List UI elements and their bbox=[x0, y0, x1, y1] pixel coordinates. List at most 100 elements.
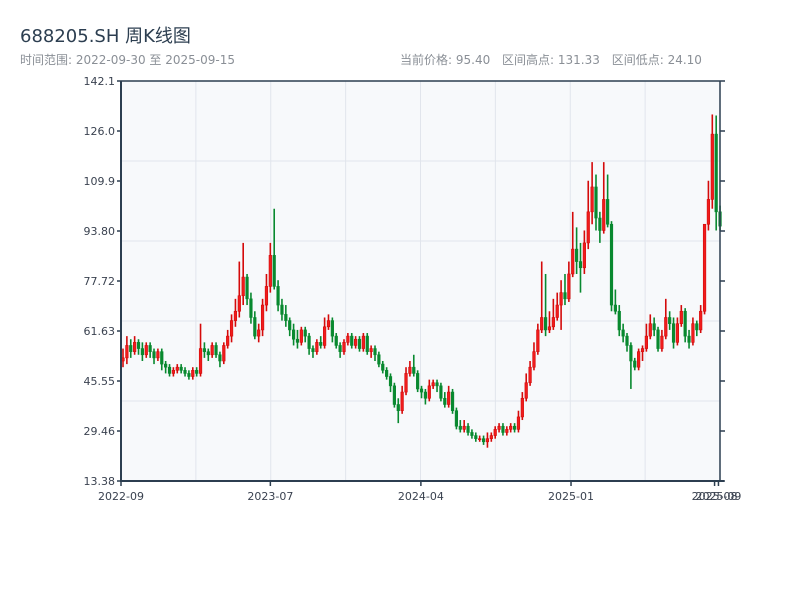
candle-up bbox=[156, 351, 160, 359]
candle-down bbox=[206, 351, 210, 356]
candle-down bbox=[512, 425, 517, 430]
y-tick-label: 61.63 bbox=[84, 325, 116, 338]
candle-down bbox=[365, 335, 369, 352]
candle-down bbox=[714, 133, 718, 213]
candle-up bbox=[198, 348, 203, 374]
candle-down bbox=[357, 338, 362, 349]
candle-up bbox=[551, 317, 555, 328]
y-tick-label: 13.38 bbox=[84, 475, 116, 488]
candle-down bbox=[140, 348, 144, 356]
x-tick-label: 2025-09 bbox=[695, 490, 741, 503]
candle-down bbox=[377, 354, 381, 365]
candle-down bbox=[606, 199, 610, 225]
candle-up bbox=[268, 255, 272, 287]
candle-down bbox=[385, 370, 389, 377]
candle-up bbox=[555, 304, 559, 318]
candle-down bbox=[291, 329, 296, 340]
candle-down bbox=[423, 391, 428, 399]
candle-down bbox=[633, 360, 637, 368]
candle-down bbox=[295, 338, 300, 343]
candle-down bbox=[594, 186, 598, 219]
y-tick-label: 45.55 bbox=[84, 375, 116, 388]
candle-down bbox=[621, 329, 625, 337]
candle-down bbox=[373, 348, 377, 356]
candle-down bbox=[330, 320, 334, 337]
candle-up bbox=[540, 317, 544, 331]
candle-up bbox=[171, 370, 176, 374]
y-tick-label: 93.80 bbox=[84, 225, 116, 238]
candle-down bbox=[687, 335, 691, 343]
x-tick-label: 2023-07 bbox=[247, 490, 293, 503]
candle-down bbox=[668, 317, 672, 324]
candle-down bbox=[183, 370, 187, 374]
candle-up bbox=[326, 320, 331, 328]
candle-up bbox=[710, 133, 714, 200]
candle-up bbox=[485, 438, 490, 443]
candle-up bbox=[520, 397, 524, 418]
candle-down bbox=[214, 345, 218, 356]
candle-up bbox=[524, 382, 528, 399]
candle-down bbox=[272, 255, 276, 287]
candle-down bbox=[319, 342, 323, 346]
candle-down bbox=[695, 323, 699, 331]
candle-down bbox=[280, 304, 284, 315]
candle-down bbox=[439, 385, 443, 399]
candle-up bbox=[559, 292, 563, 306]
candle-down bbox=[454, 410, 459, 427]
candle-down bbox=[179, 366, 183, 371]
candle-down bbox=[481, 438, 486, 443]
candle-up bbox=[702, 223, 707, 312]
candle-up bbox=[323, 326, 327, 346]
candle-up bbox=[226, 335, 230, 346]
candle-up bbox=[133, 342, 137, 352]
candle-down bbox=[435, 382, 439, 387]
candle-down bbox=[450, 391, 455, 412]
candle-up bbox=[532, 351, 536, 368]
candle-down bbox=[334, 335, 338, 346]
candle-up bbox=[644, 335, 648, 349]
candle-up bbox=[536, 329, 540, 352]
candle-down bbox=[652, 323, 656, 331]
candle-up bbox=[260, 304, 265, 331]
candle-down bbox=[501, 425, 505, 433]
candle-down bbox=[392, 385, 396, 405]
candle-down bbox=[253, 317, 257, 337]
candle-up bbox=[229, 320, 234, 337]
candle-up bbox=[489, 435, 493, 439]
y-tick-label: 77.72 bbox=[84, 275, 116, 288]
candle-up bbox=[691, 323, 695, 343]
candle-down bbox=[311, 348, 315, 352]
candle-up bbox=[679, 310, 683, 324]
candle-up bbox=[257, 329, 261, 337]
y-tick-label: 29.46 bbox=[84, 425, 116, 438]
candle-up bbox=[342, 342, 346, 352]
candle-down bbox=[350, 335, 354, 346]
candle-down bbox=[338, 345, 342, 352]
candle-up bbox=[660, 335, 664, 349]
candle-up bbox=[447, 391, 451, 405]
candle-down bbox=[419, 388, 424, 393]
candle-down bbox=[284, 314, 288, 321]
candle-down bbox=[629, 345, 633, 362]
candle-up bbox=[505, 429, 509, 433]
candle-down bbox=[578, 261, 583, 269]
candle-up bbox=[582, 242, 586, 269]
candle-up bbox=[567, 273, 571, 300]
candle-up bbox=[354, 338, 358, 346]
candle-up bbox=[144, 345, 148, 356]
candle-up bbox=[431, 382, 435, 387]
candle-down bbox=[164, 363, 168, 368]
candle-down bbox=[218, 354, 222, 362]
candle-up bbox=[516, 416, 521, 430]
candle-up bbox=[315, 342, 319, 352]
candle-down bbox=[613, 304, 617, 312]
candle-up bbox=[427, 385, 431, 399]
candle-up bbox=[408, 366, 412, 374]
x-tick-label: 2024-04 bbox=[398, 490, 444, 503]
candle-down bbox=[396, 404, 400, 412]
candle-up bbox=[586, 211, 590, 244]
candle-down bbox=[458, 425, 462, 430]
candle-up bbox=[237, 295, 241, 312]
candle-up bbox=[264, 286, 269, 306]
candle-down bbox=[136, 342, 141, 349]
